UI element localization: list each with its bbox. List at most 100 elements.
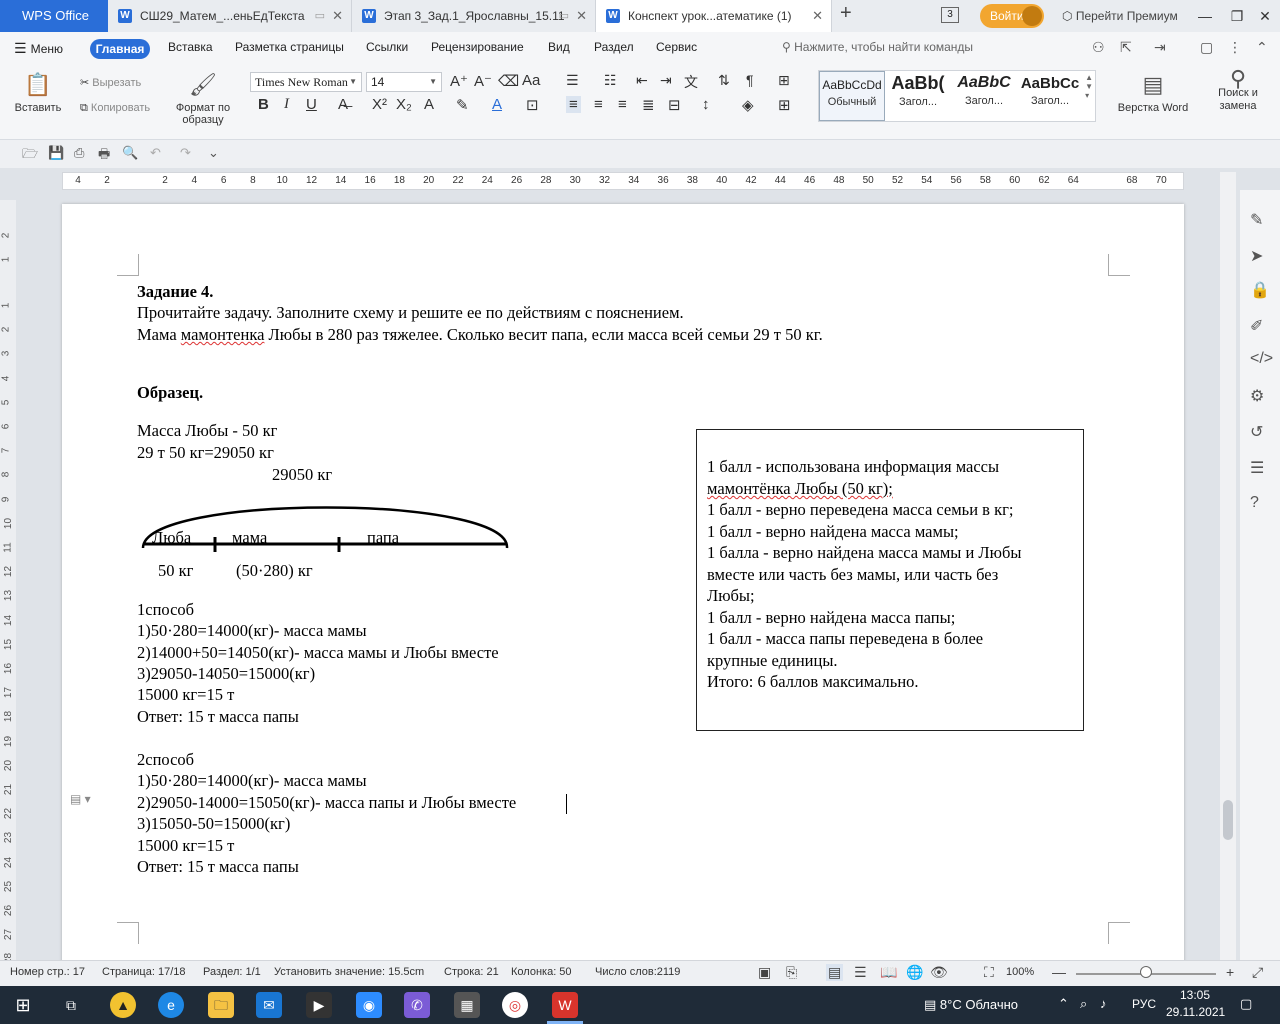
web-view-icon[interactable]: 🌐	[906, 964, 923, 981]
tab-home[interactable]: Главная	[90, 39, 150, 59]
find-replace-button[interactable]: ⚲ Поиск и замена	[1206, 68, 1270, 113]
superscript-icon[interactable]: X²	[372, 96, 387, 113]
close-icon[interactable]: ✕	[576, 0, 587, 32]
notifications-icon[interactable]: ▢	[1240, 996, 1252, 1012]
calculator-icon[interactable]: ▦	[454, 992, 480, 1018]
shading-icon[interactable]: ◈	[742, 96, 754, 114]
login-button[interactable]: Войти	[980, 4, 1044, 28]
save-as-icon[interactable]: ⎙	[74, 145, 84, 161]
decrease-font-icon[interactable]: A⁻	[474, 72, 492, 90]
zoom-in-icon[interactable]: +	[1226, 964, 1234, 980]
doc-check-icon[interactable]: ⎘	[786, 964, 797, 981]
tab-references[interactable]: Ссылки	[366, 40, 408, 54]
spelling-error-word[interactable]: мамонтенка	[181, 325, 265, 344]
section-status[interactable]: Раздел: 1/1	[203, 966, 261, 978]
paragraph-handle-icon[interactable]: ▤ ▾	[70, 792, 91, 806]
edge-browser-icon[interactable]: e	[158, 992, 184, 1018]
distributed-icon[interactable]: ⊟	[668, 96, 681, 114]
tab-document-1[interactable]: W СШ29_Матем_...еньЕдТекста ▭ ✕	[108, 0, 352, 32]
mail-icon[interactable]: ✉	[256, 992, 282, 1018]
close-window-icon[interactable]: ✕	[1250, 0, 1280, 32]
char-border-icon[interactable]: ⊡	[526, 96, 539, 114]
viber-icon[interactable]: ✆	[404, 992, 430, 1018]
strikethrough-icon[interactable]: A̶	[338, 96, 348, 113]
outline-view-icon[interactable]: ☰	[854, 964, 867, 981]
new-tab-plus-icon[interactable]: +	[840, 2, 852, 25]
code-icon[interactable]: </>	[1250, 350, 1273, 368]
customize-toolbar-icon[interactable]: ⌄	[208, 145, 219, 161]
adjust-icon[interactable]: ⚙	[1250, 386, 1264, 406]
borders-icon[interactable]: ⊞	[778, 96, 791, 114]
close-icon[interactable]: ✕	[332, 0, 343, 32]
change-case-icon[interactable]: Aa	[522, 72, 540, 89]
share-icon[interactable]: ⇱	[1120, 39, 1132, 56]
doc-protect-icon[interactable]: ▣	[758, 964, 771, 981]
decrease-indent-icon[interactable]: ⇤	[636, 72, 648, 89]
redo-icon[interactable]: ↷	[180, 145, 191, 161]
font-color-icon[interactable]: A	[492, 96, 502, 113]
export-icon[interactable]: ⇥	[1154, 39, 1166, 56]
collapse-ribbon-icon[interactable]: ⌃	[1256, 39, 1268, 56]
video-editor-icon[interactable]: ▶	[306, 992, 332, 1018]
vertical-ruler[interactable]: 2 1 1 2 3 4 5 6 7 8 9 10 11 12 13 14 15 16 17 18 19 20 21 22 23 2…	[0, 200, 16, 964]
restore-icon[interactable]: ❐	[1222, 0, 1252, 32]
tab-insert[interactable]: Вставка	[168, 40, 213, 54]
increase-indent-icon[interactable]: ⇥	[660, 72, 672, 89]
tab-page-layout[interactable]: Разметка страницы	[235, 40, 344, 54]
windows-start-icon[interactable]: ⊞	[10, 992, 36, 1018]
italic-icon[interactable]: I	[284, 96, 289, 113]
scoring-criteria-box[interactable]: 1 балл - использована информация массы м…	[696, 429, 1084, 731]
task-view-icon[interactable]: ⧉	[58, 992, 84, 1018]
print-preview-icon[interactable]: 🔍	[122, 145, 138, 161]
bold-icon[interactable]: B	[258, 96, 269, 113]
bullets-icon[interactable]: ☰	[566, 72, 579, 89]
eye-protect-icon[interactable]: 👁	[930, 964, 948, 981]
open-folder-icon[interactable]: 🗁	[22, 145, 38, 167]
horizontal-ruler[interactable]: 4 2 2 4 6 8 10 12 14 16 18 20 22 24 26 28 30 32 34 36 38 40 42…	[62, 172, 1184, 190]
language-indicator[interactable]: РУС	[1132, 997, 1156, 1011]
justify-icon[interactable]: ≣	[642, 96, 655, 114]
command-search[interactable]: ⚲ Нажмите, чтобы найти команды	[782, 40, 973, 54]
gallery-scroll-icon[interactable]: ▲ ▼ ▾	[1085, 73, 1093, 100]
align-right-icon[interactable]: ≡	[618, 96, 627, 113]
document-page[interactable]: Задание 4. Прочитайте задачу. Заполните …	[62, 204, 1184, 960]
clear-format-icon[interactable]: ⌫	[498, 72, 519, 90]
subscript-icon[interactable]: X₂	[396, 96, 412, 113]
text-effect-icon[interactable]: A	[424, 96, 434, 113]
print-icon[interactable]: 🖶	[98, 145, 110, 167]
increase-font-icon[interactable]: A⁺	[450, 72, 468, 90]
paste-button[interactable]: 📋 Вставить	[10, 72, 66, 114]
fullscreen-icon[interactable]: ⤢	[1252, 964, 1263, 981]
zoom-level[interactable]: 100%	[1006, 966, 1034, 978]
page-status[interactable]: Страница: 17/18	[102, 966, 186, 978]
help-icon[interactable]: ?	[1250, 494, 1259, 512]
set-value-status[interactable]: Установить значение: 15.5cm	[274, 966, 424, 978]
tab-tools[interactable]: Сервис	[656, 40, 697, 54]
tab-review[interactable]: Рецензирование	[431, 40, 524, 54]
lock-icon[interactable]: 🔒	[1250, 280, 1270, 300]
history-icon[interactable]: ↺	[1250, 422, 1263, 442]
style-heading-1[interactable]: AaBb( Загол...	[885, 71, 951, 121]
align-left-icon[interactable]: ≡	[566, 96, 581, 113]
pen-icon[interactable]: ✎	[1250, 210, 1263, 230]
copy-button[interactable]: ⧉ Копировать	[80, 102, 150, 115]
main-menu-button[interactable]: ☰ Меню	[14, 40, 63, 57]
underline-icon[interactable]: U	[306, 96, 317, 113]
numbering-icon[interactable]: ☷	[604, 72, 617, 89]
page-number-status[interactable]: Номер стр.: 17	[10, 966, 85, 978]
style-heading-2[interactable]: AaBbC Загол...	[951, 71, 1017, 121]
tab-section[interactable]: Раздел	[594, 40, 634, 54]
sort-icon[interactable]: ⇅	[718, 72, 730, 89]
zoom-out-icon[interactable]: —	[1052, 964, 1066, 980]
minimize-icon[interactable]: —	[1190, 0, 1220, 32]
undo-icon[interactable]: ↶	[150, 145, 161, 161]
font-size-select[interactable]: 14 ▼	[366, 72, 442, 92]
app-warning-icon[interactable]: ▲	[110, 992, 136, 1018]
print-layout-icon[interactable]: ▤	[826, 964, 844, 981]
column-status[interactable]: Колонка: 50	[511, 966, 572, 978]
chinese-layout-icon[interactable]: 文	[684, 72, 698, 92]
line-spacing-icon[interactable]: ↕	[702, 96, 710, 113]
volume-icon[interactable]: ♪	[1100, 996, 1107, 1011]
navigation-pane-icon[interactable]: ☰	[1250, 458, 1264, 478]
file-explorer-icon[interactable]: 🗀	[208, 992, 234, 1018]
